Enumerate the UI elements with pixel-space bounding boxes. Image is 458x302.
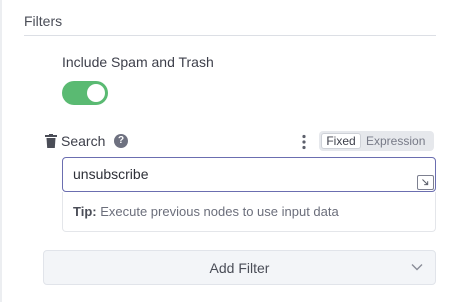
toggle-knob — [87, 84, 105, 102]
mode-fixed-option[interactable]: Fixed — [321, 133, 361, 149]
tip-text: Tip: Execute previous nodes to use input… — [73, 204, 339, 219]
include-spam-trash-label: Include Spam and Trash — [62, 54, 214, 70]
search-parameter-header: Search ? Fixed Expression — [45, 131, 436, 153]
search-input-value: unsubscribe — [73, 166, 149, 182]
kebab-menu-icon[interactable] — [301, 134, 307, 150]
fixed-expression-switch: Fixed Expression — [319, 131, 434, 151]
add-filter-dropdown[interactable]: Add Filter — [43, 250, 436, 285]
search-label: Search — [61, 133, 106, 149]
filters-panel: Filters Include Spam and Trash Search ? … — [0, 0, 458, 302]
trash-icon[interactable] — [45, 134, 57, 148]
section-divider — [24, 35, 436, 36]
chevron-down-icon — [411, 264, 423, 271]
expand-icon[interactable] — [417, 175, 434, 190]
filters-section-title: Filters — [24, 13, 63, 29]
input-tip-panel: Tip: Execute previous nodes to use input… — [62, 192, 436, 232]
add-filter-label: Add Filter — [209, 260, 270, 276]
tip-key: Tip: — [73, 204, 97, 219]
search-input[interactable]: unsubscribe — [62, 157, 436, 192]
mode-expression-option[interactable]: Expression — [366, 133, 425, 149]
question-circle-icon[interactable]: ? — [114, 134, 128, 148]
tip-message: Execute previous nodes to use input data — [100, 204, 339, 219]
include-spam-trash-toggle[interactable] — [62, 81, 108, 105]
panel-edge-divider — [0, 0, 2, 302]
